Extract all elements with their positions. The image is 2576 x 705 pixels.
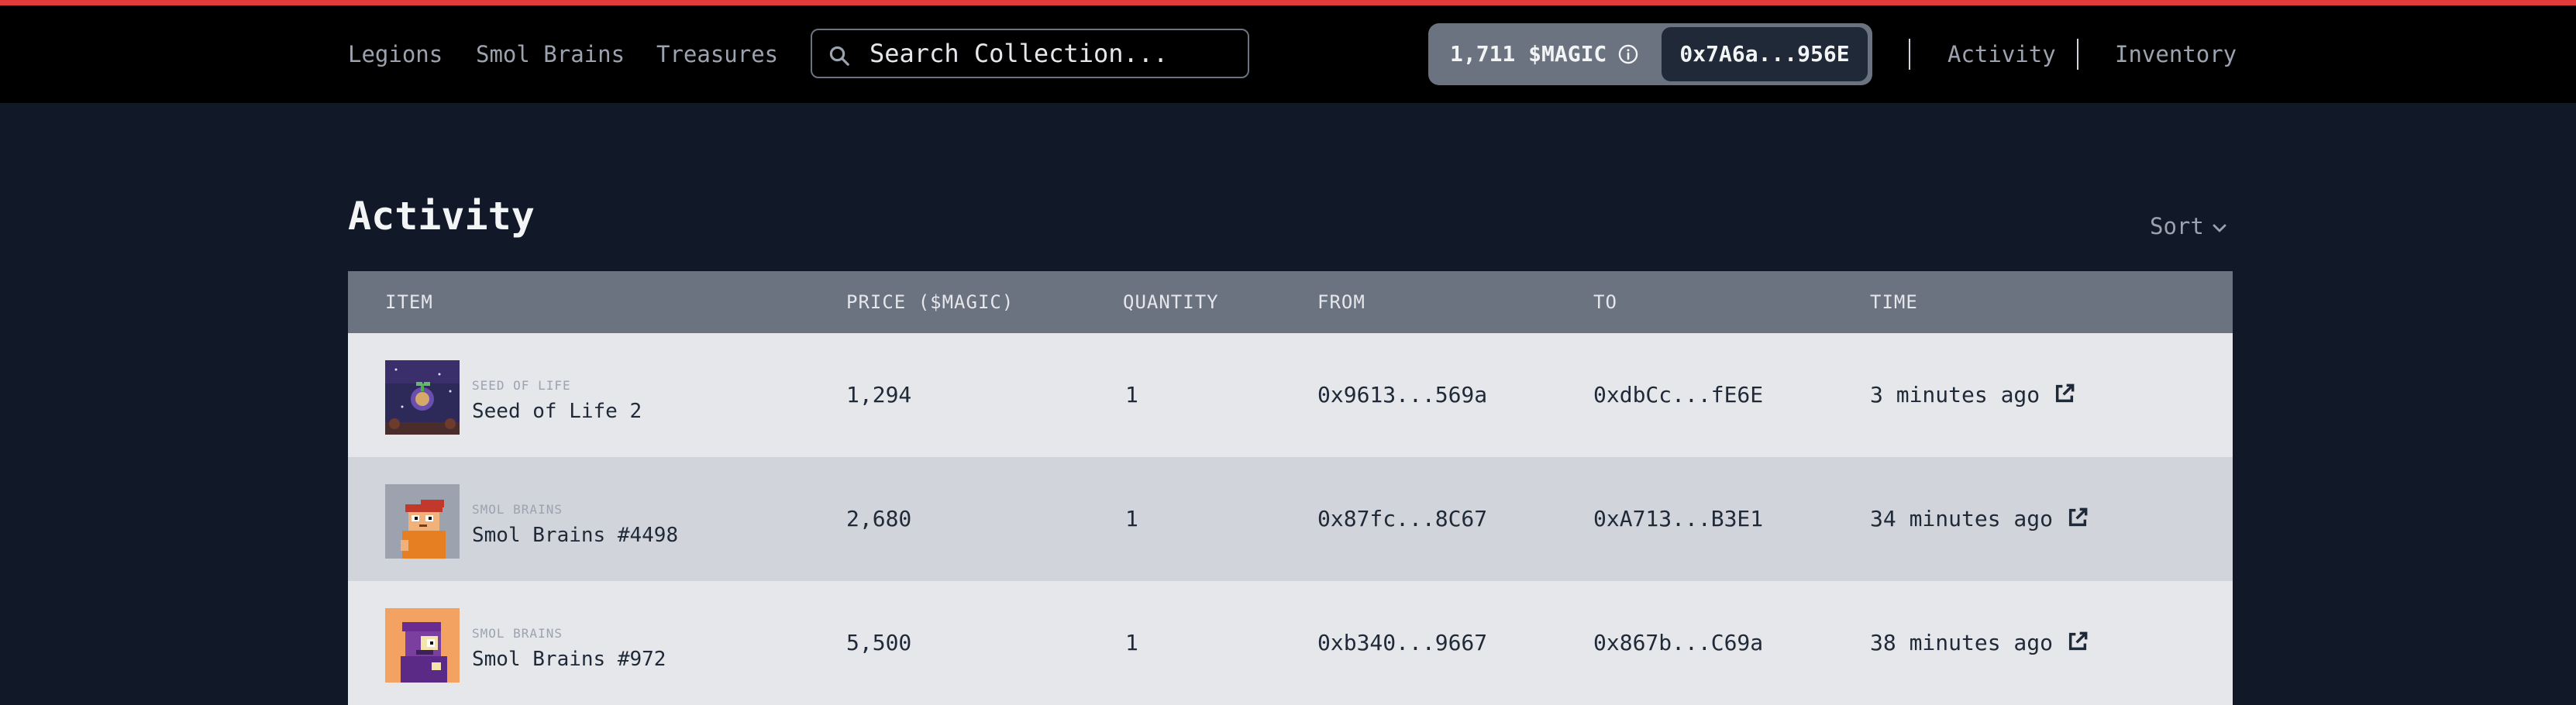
chevron-down-icon [2213, 224, 2226, 232]
item-collection: SMOL BRAINS [472, 502, 563, 517]
wallet-address-button[interactable]: 0x7A6a...956E [1662, 27, 1868, 81]
seed-of-life-image [385, 360, 460, 435]
item-price: 2,680 [846, 506, 912, 531]
time-cell: 3 minutes ago [1870, 333, 2077, 457]
nav-link-treasures[interactable]: Treasures [656, 5, 778, 103]
time-ago: 3 minutes ago [1870, 382, 2040, 408]
sort-label: Sort [2150, 213, 2204, 239]
to-address[interactable]: 0xA713...B3E1 [1593, 457, 1763, 581]
item-thumbnail[interactable] [385, 484, 460, 559]
navbar: Legions Smol Brains Treasures 1,711 $MAG… [0, 5, 2576, 103]
column-header-time: TIME [1870, 291, 1918, 313]
item-quantity: 1 [1125, 630, 1138, 655]
smol-brain-image [385, 608, 460, 683]
item-thumbnail[interactable] [385, 360, 460, 435]
nav-divider [2077, 39, 2078, 70]
table-row[interactable]: SEED OF LIFE Seed of Life 2 1,294 1 0x96… [348, 333, 2233, 457]
item-quantity: 1 [1125, 506, 1138, 531]
column-header-to: TO [1593, 291, 1617, 313]
external-link-icon[interactable] [2065, 629, 2090, 654]
column-header-quantity: QUANTITY [1123, 291, 1219, 313]
time-ago: 34 minutes ago [1870, 506, 2054, 531]
search-input[interactable] [870, 36, 1234, 70]
from-address[interactable]: 0x9613...569a [1317, 333, 1487, 457]
external-link-icon[interactable] [2065, 505, 2090, 530]
item-name[interactable]: Smol Brains #972 [472, 648, 666, 671]
nav-link-activity[interactable]: Activity [1947, 5, 2056, 103]
time-cell: 34 minutes ago [1870, 457, 2090, 581]
table-row[interactable]: SMOL BRAINS Smol Brains #4498 2,680 1 0x… [348, 457, 2233, 581]
item-collection: SMOL BRAINS [472, 626, 563, 641]
column-header-item: ITEM [385, 291, 433, 313]
item-name[interactable]: Seed of Life 2 [472, 400, 642, 423]
smol-brain-image [385, 484, 460, 559]
search-box[interactable] [811, 29, 1249, 78]
top-accent-bar [0, 0, 2576, 5]
item-price: 1,294 [846, 382, 912, 408]
nav-divider [1909, 39, 1910, 70]
item-quantity: 1 [1125, 382, 1138, 408]
info-icon[interactable] [1617, 43, 1639, 65]
page-title: Activity [348, 194, 535, 239]
table-header: ITEM PRICE ($MAGIC) QUANTITY FROM TO TIM… [348, 271, 2233, 333]
nav-link-legions[interactable]: Legions [348, 5, 443, 103]
activity-table: ITEM PRICE ($MAGIC) QUANTITY FROM TO TIM… [348, 271, 2233, 705]
nav-link-smol-brains[interactable]: Smol Brains [476, 5, 625, 103]
table-row[interactable]: SMOL BRAINS Smol Brains #972 5,500 1 0xb… [348, 581, 2233, 705]
item-collection: SEED OF LIFE [472, 378, 571, 393]
external-link-icon[interactable] [2052, 381, 2077, 406]
time-cell: 38 minutes ago [1870, 581, 2090, 705]
item-thumbnail[interactable] [385, 608, 460, 683]
column-header-price: PRICE ($MAGIC) [846, 291, 1014, 313]
column-header-from: FROM [1317, 291, 1365, 313]
item-name[interactable]: Smol Brains #4498 [472, 524, 678, 547]
nav-link-inventory[interactable]: Inventory [2115, 5, 2237, 103]
sort-button[interactable]: Sort [2150, 211, 2229, 242]
item-price: 5,500 [846, 630, 912, 655]
to-address[interactable]: 0x867b...C69a [1593, 581, 1763, 705]
magic-balance: 1,711 $MAGIC [1450, 41, 1607, 67]
wallet-widget: 1,711 $MAGIC 0x7A6a...956E [1428, 23, 1872, 85]
to-address[interactable]: 0xdbCc...fE6E [1593, 333, 1763, 457]
from-address[interactable]: 0xb340...9667 [1317, 581, 1487, 705]
search-icon [829, 46, 849, 66]
time-ago: 38 minutes ago [1870, 630, 2054, 655]
from-address[interactable]: 0x87fc...8C67 [1317, 457, 1487, 581]
